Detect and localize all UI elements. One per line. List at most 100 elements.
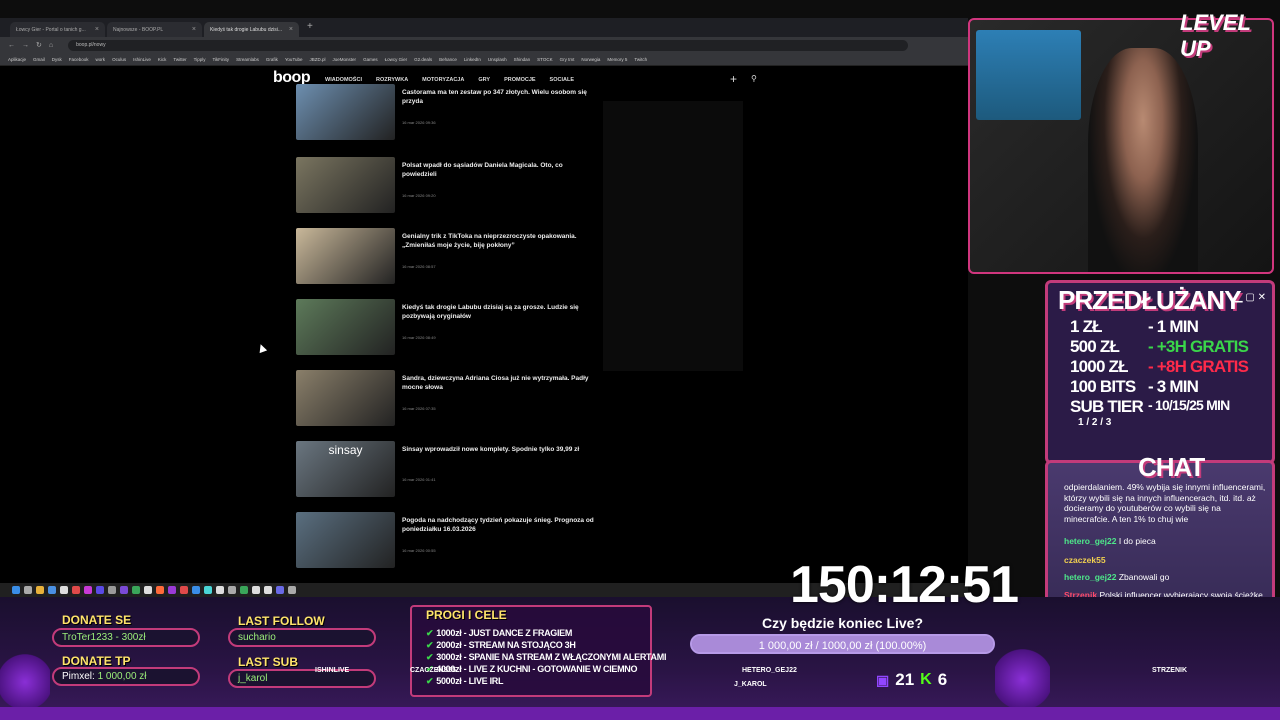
taskbar-app-icon[interactable] bbox=[216, 586, 224, 594]
bookmark-13[interactable]: YouTube bbox=[285, 57, 303, 62]
article-item[interactable]: Kiedyś tak drogie Labubu dzisiaj są za g… bbox=[296, 299, 596, 355]
article-title[interactable]: Polsat wpadł do sąsiadów Daniela Magical… bbox=[402, 161, 594, 179]
article-title[interactable]: Kiedyś tak drogie Labubu dzisiaj są za g… bbox=[402, 303, 594, 321]
bookmark-20[interactable]: LinkedIn bbox=[464, 57, 481, 62]
taskbar-app-icon[interactable] bbox=[108, 586, 116, 594]
nav-link-5[interactable]: SOCIALE bbox=[550, 77, 574, 83]
chat-username[interactable]: hetero_gej22 bbox=[1064, 536, 1116, 546]
article-title[interactable]: Sandra, dziewczyna Adriana Ciosa już nie… bbox=[402, 374, 594, 392]
bookmark-3[interactable]: Facebook bbox=[69, 57, 89, 62]
article-title[interactable]: Sinsay wprowadził nowe komplety. Spodnie… bbox=[402, 445, 594, 454]
taskbar-app-icon[interactable] bbox=[252, 586, 260, 594]
taskbar-app-icon[interactable] bbox=[12, 586, 20, 594]
bookmark-10[interactable]: TikFinity bbox=[212, 57, 229, 62]
bookmark-9[interactable]: Tipply bbox=[194, 57, 206, 62]
url-input[interactable]: boop.pl/nowy bbox=[68, 39, 909, 51]
bookmark-15[interactable]: JoeMonster bbox=[333, 57, 357, 62]
taskbar-app-icon[interactable] bbox=[36, 586, 44, 594]
home-icon[interactable]: ⌂ bbox=[49, 42, 53, 49]
article-item[interactable]: Castorama ma ten zestaw po 347 złotych. … bbox=[296, 84, 596, 140]
bookmark-23[interactable]: STOCK bbox=[537, 57, 552, 62]
article-thumbnail[interactable] bbox=[296, 370, 395, 426]
bookmark-22[interactable]: Shindan bbox=[514, 57, 531, 62]
tab-lowcy-gier[interactable]: Łowcy Gier - Portal o tanich g... × bbox=[10, 22, 105, 37]
bookmark-2[interactable]: Dysk bbox=[52, 57, 62, 62]
taskbar-app-icon[interactable] bbox=[288, 586, 296, 594]
article-item[interactable]: Genialny trik z TikToka na nieprzezroczy… bbox=[296, 228, 596, 284]
nav-link-4[interactable]: PROMOCJE bbox=[504, 77, 535, 83]
article-thumbnail[interactable] bbox=[296, 228, 395, 284]
chat-username[interactable]: hetero_gej22 bbox=[1064, 572, 1116, 582]
article-title[interactable]: Genialny trik z TikToka na nieprzezroczy… bbox=[402, 232, 594, 250]
purple-tree-left bbox=[0, 652, 50, 712]
taskbar-app-icon[interactable] bbox=[24, 586, 32, 594]
bookmark-26[interactable]: Memory 5 bbox=[607, 57, 627, 62]
article-thumbnail[interactable] bbox=[296, 512, 395, 568]
close-icon[interactable]: × bbox=[95, 26, 99, 33]
taskbar-app-icon[interactable] bbox=[180, 586, 188, 594]
bookmark-19[interactable]: Behance bbox=[439, 57, 457, 62]
bookmark-14[interactable]: JBZD.pl bbox=[310, 57, 326, 62]
forward-icon[interactable]: → bbox=[22, 42, 29, 49]
taskbar-app-icon[interactable] bbox=[96, 586, 104, 594]
taskbar-app-icon[interactable] bbox=[192, 586, 200, 594]
article-thumbnail[interactable] bbox=[296, 157, 395, 213]
taskbar-app-icon[interactable] bbox=[120, 586, 128, 594]
tab-labubu[interactable]: Kiedyś tak drogie Labubu dzisi... × bbox=[204, 22, 299, 37]
taskbar-app-icon[interactable] bbox=[156, 586, 164, 594]
search-icon[interactable]: ⚲ bbox=[751, 74, 757, 83]
article-thumbnail[interactable]: sinsay bbox=[296, 441, 395, 497]
nav-link-2[interactable]: MOTORYZACJA bbox=[422, 77, 464, 83]
article-thumbnail[interactable] bbox=[296, 299, 395, 355]
taskbar-app-icon[interactable] bbox=[84, 586, 92, 594]
plus-icon[interactable]: + bbox=[730, 72, 737, 86]
article-item[interactable]: Polsat wpadł do sąsiadów Daniela Magical… bbox=[296, 157, 596, 213]
article-item[interactable]: Pogoda na nadchodzący tydzień pokazuje ś… bbox=[296, 512, 596, 568]
bookmark-25[interactable]: Norwegia bbox=[581, 57, 600, 62]
article-title[interactable]: Castorama ma ten zestaw po 347 złotych. … bbox=[402, 88, 594, 106]
taskbar-app-icon[interactable] bbox=[144, 586, 152, 594]
taskbar-app-icon[interactable] bbox=[132, 586, 140, 594]
bookmark-0[interactable]: Aplikacje bbox=[8, 57, 26, 62]
bookmark-4[interactable]: work bbox=[96, 57, 106, 62]
reload-icon[interactable]: ↻ bbox=[36, 41, 42, 49]
close-icon[interactable]: × bbox=[289, 26, 293, 33]
new-tab-icon[interactable]: + bbox=[307, 21, 313, 37]
taskbar-app-icon[interactable] bbox=[60, 586, 68, 594]
bookmark-12[interactable]: Grafik bbox=[266, 57, 278, 62]
bookmark-8[interactable]: Twitter bbox=[173, 57, 186, 62]
nav-link-0[interactable]: WIADOMOŚCI bbox=[325, 77, 362, 83]
close-icon[interactable]: × bbox=[192, 26, 196, 33]
nav-link-3[interactable]: GRY bbox=[478, 77, 490, 83]
taskbar-app-icon[interactable] bbox=[204, 586, 212, 594]
bookmark-27[interactable]: Twitch bbox=[634, 57, 647, 62]
taskbar-app-icon[interactable] bbox=[276, 586, 284, 594]
taskbar-app-icon[interactable] bbox=[168, 586, 176, 594]
aquarium-image bbox=[976, 30, 1081, 120]
chat-message: odpierdalaniem. 49% wybija się innymi in… bbox=[1064, 482, 1268, 524]
nav-link-1[interactable]: ROZRYWKA bbox=[376, 77, 408, 83]
taskbar-app-icon[interactable] bbox=[228, 586, 236, 594]
taskbar-app-icon[interactable] bbox=[72, 586, 80, 594]
taskbar-app-icon[interactable] bbox=[48, 586, 56, 594]
bookmark-7[interactable]: Kick bbox=[158, 57, 167, 62]
taskbar-app-icon[interactable] bbox=[264, 586, 272, 594]
bookmark-6[interactable]: IshinLive bbox=[133, 57, 151, 62]
bookmark-18[interactable]: G2.deals bbox=[414, 57, 432, 62]
back-icon[interactable]: ← bbox=[8, 42, 15, 49]
article-item[interactable]: sinsay Sinsay wprowadził nowe komplety. S… bbox=[296, 441, 596, 497]
bookmark-11[interactable]: Streamlabs bbox=[236, 57, 259, 62]
chat-username[interactable]: czaczek55 bbox=[1064, 555, 1106, 565]
donate-tp-amount: 1 000,00 zł bbox=[97, 671, 147, 682]
tab-boop-najnowsze[interactable]: Najnowsze - BOOP.PL × bbox=[107, 22, 202, 37]
bookmark-16[interactable]: Games bbox=[363, 57, 378, 62]
bookmark-5[interactable]: Oculus bbox=[112, 57, 126, 62]
bookmark-24[interactable]: Gry tmt bbox=[560, 57, 575, 62]
article-thumbnail[interactable] bbox=[296, 84, 395, 140]
taskbar-app-icon[interactable] bbox=[240, 586, 248, 594]
bookmark-17[interactable]: Łowcy Gier bbox=[385, 57, 408, 62]
article-item[interactable]: Sandra, dziewczyna Adriana Ciosa już nie… bbox=[296, 370, 596, 426]
article-title[interactable]: Pogoda na nadchodzący tydzień pokazuje ś… bbox=[402, 516, 594, 534]
bookmark-1[interactable]: Gmail bbox=[33, 57, 45, 62]
bookmark-21[interactable]: Unsplash bbox=[488, 57, 507, 62]
